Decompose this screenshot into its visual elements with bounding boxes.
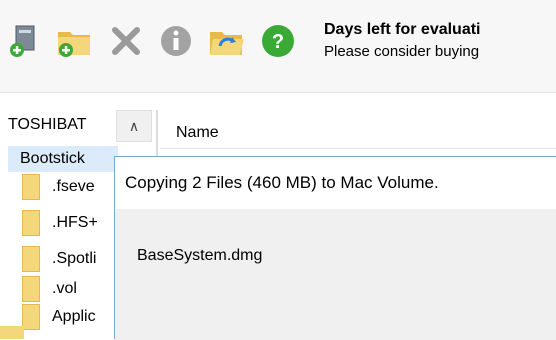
tree-item-folder[interactable]: Applic (22, 304, 96, 330)
drive-label[interactable]: TOSHIBAT (8, 116, 87, 134)
folder-icon (22, 276, 40, 302)
tree-item-folder[interactable]: .HFS+ (22, 210, 98, 236)
dialog-body: BaseSystem.dmg (115, 209, 556, 340)
file-list-header: Name (160, 110, 556, 149)
current-file-name: BaseSystem.dmg (137, 247, 263, 264)
tree-item-volume[interactable]: Bootstick (8, 146, 118, 172)
evaluation-notice: Days left for evaluati Please consider b… (324, 20, 481, 62)
dialog-title: Copying 2 Files (460 MB) to Mac Volume. (125, 173, 439, 192)
tree-item-folder[interactable]: .fseve (22, 174, 95, 200)
tree-scroll-up-button[interactable]: ∧ (116, 110, 152, 142)
open-folder-icon[interactable] (208, 20, 244, 60)
delete-icon[interactable] (108, 20, 144, 60)
folder-icon (22, 174, 40, 200)
tree-item-folder[interactable]: .Spotli (22, 246, 96, 272)
folder-icon (22, 210, 40, 236)
column-header-name[interactable]: Name (176, 124, 219, 142)
svg-text:?: ? (272, 31, 284, 53)
tree-item-folder[interactable]: .vol (22, 276, 77, 302)
add-file-icon[interactable] (6, 20, 42, 60)
volume-label: Bootstick (20, 150, 85, 167)
tree-item-label: .Spotli (52, 250, 97, 267)
tree-item-label: Applic (52, 308, 96, 325)
add-folder-icon[interactable] (56, 20, 92, 60)
dialog-title-bar: Copying 2 Files (460 MB) to Mac Volume. (115, 157, 556, 210)
folder-icon (0, 326, 24, 339)
toolbar: ? Days left for evaluati Please consider… (0, 0, 556, 93)
copy-progress-dialog: Copying 2 Files (460 MB) to Mac Volume. … (114, 156, 556, 340)
info-icon[interactable] (158, 20, 194, 60)
tree-item-label: .vol (52, 280, 77, 297)
tree-item-label: .fseve (52, 178, 95, 195)
tree-item-label: .HFS+ (52, 214, 98, 231)
folder-icon (22, 246, 40, 272)
evaluation-title: Days left for evaluati (324, 21, 481, 38)
help-icon[interactable]: ? (260, 20, 296, 60)
evaluation-subtitle: Please consider buying (324, 43, 480, 60)
folder-icon (22, 304, 40, 330)
chevron-up-icon: ∧ (128, 117, 140, 134)
